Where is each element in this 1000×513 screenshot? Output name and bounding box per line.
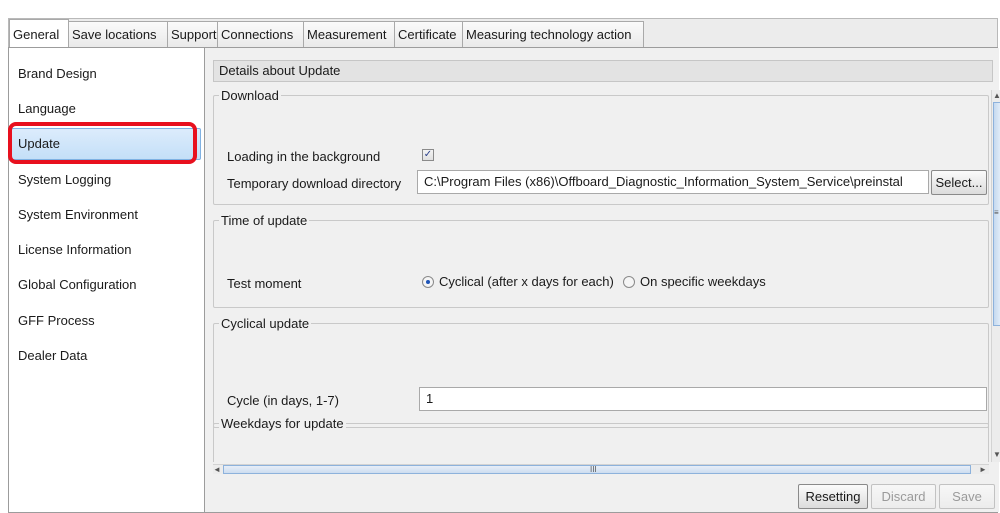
details-panel: Details about Update Download Loading in… [213,48,1000,512]
horizontal-scroll-thumb[interactable]: III [223,465,971,474]
loading-background-label: Loading in the background [227,149,381,164]
tab-save-locations[interactable]: Save locations [68,21,168,49]
sidebar-item-language[interactable]: Language [11,93,201,125]
scroll-right-icon[interactable]: ► [979,465,987,475]
tab-certificate[interactable]: Certificate [394,21,463,49]
vertical-scrollbar[interactable]: ▲ ≡ ▼ [991,90,1000,462]
sidebar-item-label: Global Configuration [18,277,137,292]
discard-button[interactable]: Discard [871,484,936,509]
tab-support[interactable]: Support [167,21,218,49]
details-header: Details about Update [213,60,993,82]
weekdays-group-title: Weekdays for update [219,415,346,433]
time-of-update-group: Time of update Test moment Cyclical (aft… [213,212,989,308]
sidebar-item-global-configuration[interactable]: Global Configuration [11,269,201,301]
download-group: Download Loading in the background ✓ Tem… [213,87,989,205]
test-moment-label: Test moment [227,276,302,291]
cyclical-update-group: Cyclical update Cycle (in days, 1-7) 1 [213,315,989,428]
sidebar-item-label: Update [18,136,60,151]
resetting-button[interactable]: Resetting [798,484,868,509]
sidebar-item-label: System Logging [18,172,112,187]
sidebar-item-label: Language [18,101,76,116]
weekdays-group: Weekdays for update [213,415,989,462]
cyclical-radio[interactable] [422,276,434,288]
download-directory-field[interactable]: C:\Program Files (x86)\Offboard_Diagnost… [417,170,929,194]
time-of-update-title: Time of update [219,212,310,230]
sidebar-item-license-information[interactable]: License Information [11,234,201,266]
tab-general[interactable]: General [9,19,69,49]
top-strip [0,0,1000,18]
weekdays-option-label[interactable]: On specific weekdays [640,274,766,289]
grip-icon: III [590,465,597,474]
sidebar-item-dealer-data[interactable]: Dealer Data [11,340,201,372]
cyclical-update-title: Cyclical update [219,315,312,333]
sidebar-item-label: Dealer Data [18,348,88,363]
check-icon: ✓ [423,149,433,160]
scroll-left-icon[interactable]: ◄ [213,465,221,475]
cyclical-option-label[interactable]: Cyclical (after x days for each) [439,274,614,289]
sidebar-item-brand-design[interactable]: Brand Design [11,58,201,90]
details-scroll-area: Download Loading in the background ✓ Tem… [213,86,989,462]
save-button[interactable]: Save [939,484,995,509]
sidebar-item-gff-process[interactable]: GFF Process [11,305,201,337]
tab-bar: General Save locations Support Connectio… [8,18,998,49]
sidebar-item-update[interactable]: Update [11,128,201,160]
sidebar-item-label: Brand Design [18,66,97,81]
tab-measuring-technology-action[interactable]: Measuring technology action [462,21,644,49]
loading-background-checkbox[interactable]: ✓ [422,149,434,161]
sidebar-item-label: System Environment [18,207,138,222]
sidebar-item-system-logging[interactable]: System Logging [11,164,201,196]
cycle-days-label: Cycle (in days, 1-7) [227,393,339,408]
sidebar-item-label: License Information [18,242,132,257]
weekdays-radio[interactable] [623,276,635,288]
grip-icon: ≡ [994,208,999,217]
cycle-days-field[interactable]: 1 [419,387,987,411]
scroll-down-icon[interactable]: ▼ [993,450,1000,460]
sidebar: Brand Design Language Update System Logg… [8,48,205,512]
download-directory-label: Temporary download directory [227,176,402,191]
vertical-scroll-thumb[interactable]: ≡ [993,102,1000,326]
tab-connections[interactable]: Connections [217,21,304,49]
settings-window: Brand Design Language Update System Logg… [8,47,1000,513]
select-directory-button[interactable]: Select... [931,170,987,195]
tab-measurement[interactable]: Measurement [303,21,395,49]
horizontal-scrollbar[interactable]: ◄ III ► [213,464,989,474]
sidebar-item-label: GFF Process [18,313,95,328]
download-group-title: Download [219,87,281,105]
sidebar-item-system-environment[interactable]: System Environment [11,199,201,231]
scroll-up-icon[interactable]: ▲ [993,91,1000,101]
